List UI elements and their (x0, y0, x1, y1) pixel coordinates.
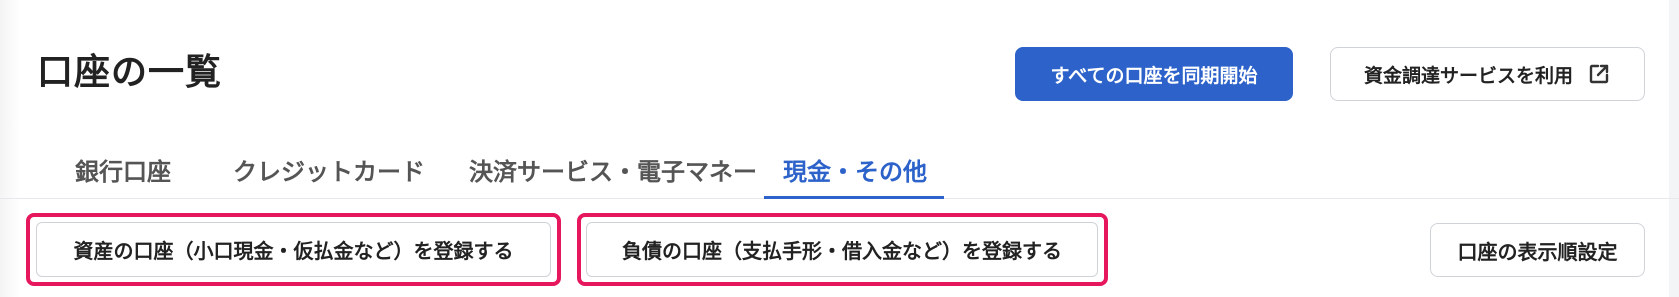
register-asset-account-label: 資産の口座（小口現金・仮払金など）を登録する (73, 239, 514, 263)
funding-service-label: 資金調達サービスを利用 (1363, 64, 1573, 87)
register-liability-account-button[interactable]: 負債の口座（支払手形・借入金など）を登録する (586, 222, 1098, 277)
tab-bank-accounts[interactable]: 銀行口座 (73, 150, 173, 200)
tab-credit-cards[interactable]: クレジットカード (229, 150, 429, 200)
right-edge-shade (1669, 0, 1679, 297)
funding-service-button[interactable]: 資金調達サービスを利用 (1330, 47, 1645, 101)
register-liability-account-label: 負債の口座（支払手形・借入金など）を登録する (622, 239, 1062, 263)
active-tab-indicator (764, 196, 944, 199)
display-order-settings-label: 口座の表示順設定 (1457, 239, 1618, 264)
display-order-settings-button[interactable]: 口座の表示順設定 (1430, 223, 1645, 277)
external-link-icon (1587, 62, 1611, 86)
page-title: 口座の一覧 (37, 52, 223, 93)
sync-all-accounts-button[interactable]: すべての口座を同期開始 (1015, 47, 1293, 101)
left-edge-shade (0, 0, 20, 297)
tab-cash-other[interactable]: 現金・その他 (780, 150, 930, 200)
accounts-page: 口座の一覧 すべての口座を同期開始 資金調達サービスを利用 銀行口座 クレジット… (0, 0, 1679, 297)
sync-all-accounts-label: すべての口座を同期開始 (1050, 64, 1258, 87)
tab-payment-services[interactable]: 決済サービス・電子マネー (460, 150, 766, 200)
register-asset-account-button[interactable]: 資産の口座（小口現金・仮払金など）を登録する (36, 222, 551, 277)
